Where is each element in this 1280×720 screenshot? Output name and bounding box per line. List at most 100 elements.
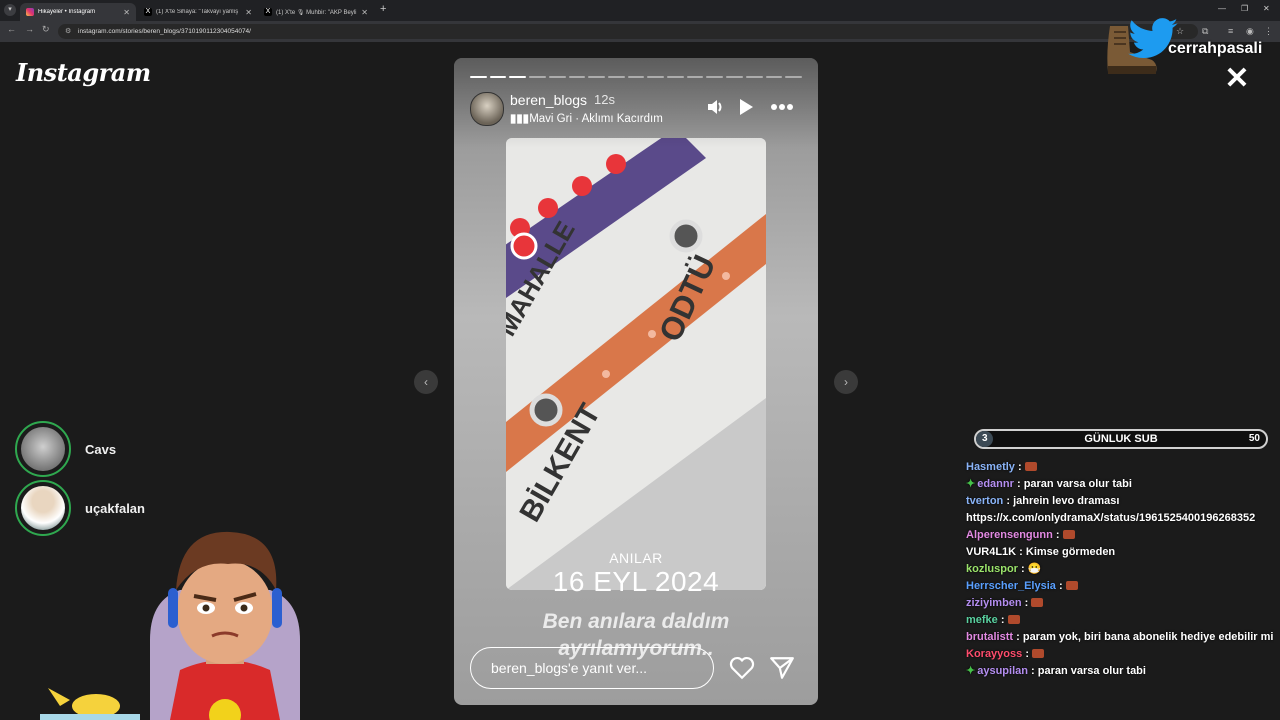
tab-label: Hikayeler • Instagram bbox=[38, 9, 96, 15]
send-icon[interactable] bbox=[769, 656, 795, 680]
avatar[interactable] bbox=[470, 92, 504, 126]
chat-emote-icon bbox=[1032, 649, 1045, 658]
chat-text: Kimse görmeden bbox=[1025, 546, 1116, 558]
chat-text: jahrein levo draması https://x.com/onlyd… bbox=[966, 495, 1256, 524]
chat-text: paran varsa olur tabi bbox=[1023, 478, 1132, 490]
chat-overlay: Hasmetly : ✦ edannr : paran varsa olur ta… bbox=[962, 459, 1274, 714]
progress-segment bbox=[470, 76, 487, 78]
instagram-favicon-icon bbox=[26, 8, 34, 16]
instagram-logo[interactable]: Instagram bbox=[16, 58, 151, 87]
streamer-avatar-image bbox=[150, 531, 300, 720]
story-username[interactable]: beren_blogs bbox=[510, 92, 587, 108]
chat-message: Hasmetly : bbox=[962, 459, 1274, 476]
chat-username[interactable]: kozluspor bbox=[966, 563, 1018, 575]
progress-segment bbox=[529, 76, 546, 78]
x-favicon-icon: X bbox=[144, 8, 152, 16]
story-caption-date: 16 EYL 2024 bbox=[552, 566, 720, 597]
progress-segment bbox=[785, 76, 802, 78]
maximize-icon[interactable]: ❐ bbox=[1241, 4, 1248, 13]
progress-segment bbox=[745, 76, 763, 78]
play-icon[interactable] bbox=[738, 98, 754, 116]
avatar bbox=[21, 486, 65, 530]
chat-message: Alperensengunn : bbox=[962, 527, 1274, 544]
twitter-overlay: cerrahpasali bbox=[1100, 16, 1280, 86]
new-tab-button[interactable]: + bbox=[380, 3, 386, 15]
chat-message: brutalistt : param yok, biri bana abonel… bbox=[966, 631, 1274, 643]
progress-segment bbox=[548, 76, 566, 78]
more-options-icon[interactable] bbox=[771, 104, 793, 110]
reload-icon[interactable]: ↻ bbox=[42, 24, 50, 35]
sound-icon[interactable] bbox=[706, 98, 724, 116]
progress-segment bbox=[607, 76, 625, 78]
chat-username[interactable]: Alperensengunn bbox=[966, 529, 1053, 541]
progress-segment bbox=[588, 76, 605, 78]
chat-emote-icon bbox=[1065, 581, 1078, 590]
chat-username[interactable]: tverton bbox=[966, 495, 1003, 507]
music-artist: Mavi Gri bbox=[529, 113, 573, 125]
chat-message: kozluspor : 😷 bbox=[966, 563, 1042, 575]
chat-username[interactable]: ziziyimben bbox=[966, 597, 1022, 609]
story-music[interactable]: ▮▮▮ Mavi Gri · Aklımı Kacırdım bbox=[510, 111, 663, 125]
window-close-icon[interactable]: ✕ bbox=[1263, 4, 1270, 13]
chat-message: tverton : jahrein levo draması https://x… bbox=[966, 495, 1256, 524]
pikachu-sticker-image bbox=[40, 688, 140, 720]
twitter-handle: cerrahpasali bbox=[1168, 40, 1263, 57]
minimize-icon[interactable]: — bbox=[1218, 4, 1226, 13]
progress-segment bbox=[627, 76, 645, 78]
chat-message: ziziyimben : bbox=[962, 595, 1274, 612]
side-story-name[interactable]: uçakfalan bbox=[85, 501, 145, 516]
tab-instagram[interactable]: Hikayeler • Instagram ✕ bbox=[20, 3, 136, 21]
progress-segment bbox=[489, 76, 507, 78]
sub-badge-icon: ✦ bbox=[966, 478, 976, 490]
story-viewer[interactable]: MAHALLE ODTÜ BİLKENT beren_blogs 12s ▮▮▮… bbox=[454, 58, 818, 705]
address-bar[interactable]: ⚙ instagram.com/stories/beren_blogs/3710… bbox=[58, 24, 1198, 39]
x-favicon-icon: X bbox=[264, 8, 272, 16]
chat-username[interactable]: aysupilan bbox=[977, 665, 1028, 677]
reply-input[interactable]: beren_blogs'e yanıt ver... bbox=[470, 647, 714, 689]
chat-username[interactable]: Korayyoss bbox=[966, 648, 1022, 660]
forward-icon[interactable]: → bbox=[25, 24, 34, 34]
chat-emote-icon bbox=[1007, 615, 1020, 624]
story-ring-cavs[interactable] bbox=[15, 421, 71, 477]
chat-message: ✦ edannr : paran varsa olur tabi bbox=[966, 478, 1132, 490]
progress-segment bbox=[647, 76, 665, 78]
chat-text: 😷 bbox=[1027, 563, 1042, 575]
music-bars-icon: ▮▮▮ bbox=[510, 113, 529, 125]
chat-username[interactable]: Hasmetly bbox=[966, 461, 1015, 473]
chat-text: paran varsa olur tabi bbox=[1037, 665, 1146, 677]
next-story-arrow[interactable]: › bbox=[834, 370, 858, 394]
previous-story-arrow[interactable]: ‹ bbox=[414, 370, 438, 394]
tab-x-muhbir[interactable]: X (1) X'te 🎙 Muhbir: "AKP Beyli... ✕ bbox=[258, 3, 374, 21]
like-heart-icon[interactable] bbox=[729, 656, 755, 680]
progress-segment bbox=[667, 76, 684, 78]
story-progress bbox=[470, 76, 802, 79]
tab-close-icon[interactable]: ✕ bbox=[245, 8, 252, 17]
chat-message: mefke : bbox=[962, 612, 1274, 629]
chat-message: VUR4L1K : Kimse görmeden bbox=[966, 546, 1116, 558]
tab-search-button[interactable]: ▾ bbox=[4, 4, 16, 16]
side-story-name[interactable]: Cavs bbox=[85, 442, 116, 457]
url-text: instagram.com/stories/beren_blogs/371019… bbox=[78, 28, 251, 35]
chat-username[interactable]: edannr bbox=[977, 478, 1014, 490]
chat-username[interactable]: VUR4L1K bbox=[966, 546, 1016, 558]
progress-segment bbox=[765, 76, 783, 78]
back-icon[interactable]: ← bbox=[7, 24, 16, 34]
tab-x-sihaya[interactable]: X (1) X'te Sihaya: "Takvayı yanlış ✕ bbox=[138, 3, 258, 21]
site-info-icon[interactable]: ⚙ bbox=[65, 24, 71, 39]
story-caption-small: ANILAR bbox=[609, 550, 663, 566]
sub-goal-target: 50 bbox=[1248, 433, 1260, 444]
chat-username[interactable]: mefke bbox=[966, 614, 998, 626]
story-header-shade bbox=[454, 58, 818, 148]
progress-segment bbox=[686, 76, 704, 78]
chat-username[interactable]: Herrscher_Elysia bbox=[966, 580, 1056, 592]
avatar bbox=[21, 427, 65, 471]
chat-username[interactable]: brutalistt bbox=[966, 631, 1013, 643]
sub-badge-icon: ✦ bbox=[966, 665, 976, 677]
tab-close-icon[interactable]: ✕ bbox=[123, 8, 130, 17]
chat-emote-icon bbox=[1024, 462, 1037, 471]
sub-goal-label: GÜNLUK SUB bbox=[1084, 433, 1158, 445]
chat-text: param yok, biri bana abonelik hediye ede… bbox=[1022, 631, 1274, 643]
chat-message: Korayyoss : bbox=[962, 646, 1274, 663]
story-ring-ucakfalan[interactable] bbox=[15, 480, 71, 536]
tab-close-icon[interactable]: ✕ bbox=[361, 8, 368, 17]
